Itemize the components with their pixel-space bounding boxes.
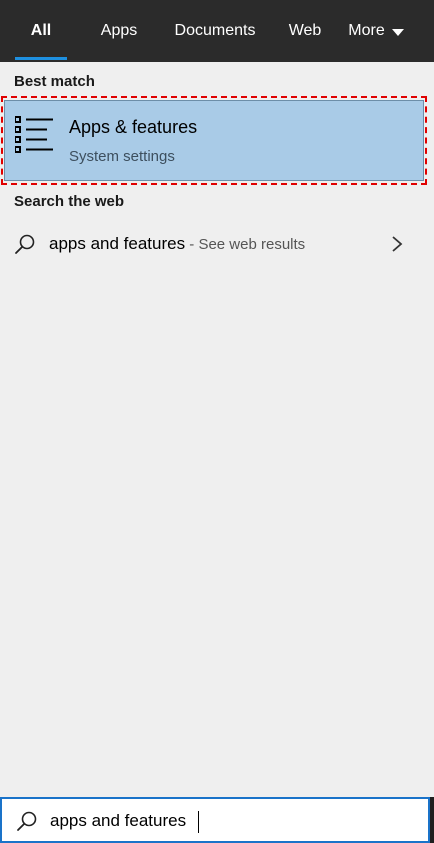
caret-down-icon (391, 28, 404, 36)
tab-all[interactable]: All (0, 0, 82, 62)
tab-documents-label: Documents (174, 22, 256, 39)
tab-web[interactable]: Web (274, 0, 336, 62)
search-icon (15, 234, 35, 254)
text-cursor (198, 811, 199, 833)
search-input[interactable] (50, 803, 420, 839)
web-result-hint: - See web results (185, 236, 306, 253)
tab-web-label: Web (288, 22, 322, 39)
search-web-heading: Search the web (14, 193, 125, 210)
tab-more[interactable]: More (336, 0, 416, 62)
active-tab-indicator (15, 57, 67, 60)
taskbar-edge (430, 797, 434, 843)
tab-apps[interactable]: Apps (82, 0, 156, 62)
chevron-right-icon[interactable] (390, 235, 404, 253)
web-result-query: apps and features (49, 234, 186, 253)
highlight-outline (1, 96, 427, 185)
web-result-row[interactable]: apps and features - See web results (0, 224, 434, 266)
search-panel: All Apps Documents Web More Best match A… (0, 0, 434, 843)
best-match-heading: Best match (14, 73, 95, 90)
tab-more-label: More (348, 22, 385, 39)
search-filter-tabs: All Apps Documents Web More (0, 0, 434, 62)
search-icon (17, 811, 37, 831)
tab-all-label: All (30, 22, 52, 39)
web-result-text: apps and features - See web results (49, 234, 305, 254)
tab-apps-label: Apps (100, 22, 138, 39)
tab-documents[interactable]: Documents (164, 0, 266, 62)
search-box[interactable] (0, 797, 430, 843)
